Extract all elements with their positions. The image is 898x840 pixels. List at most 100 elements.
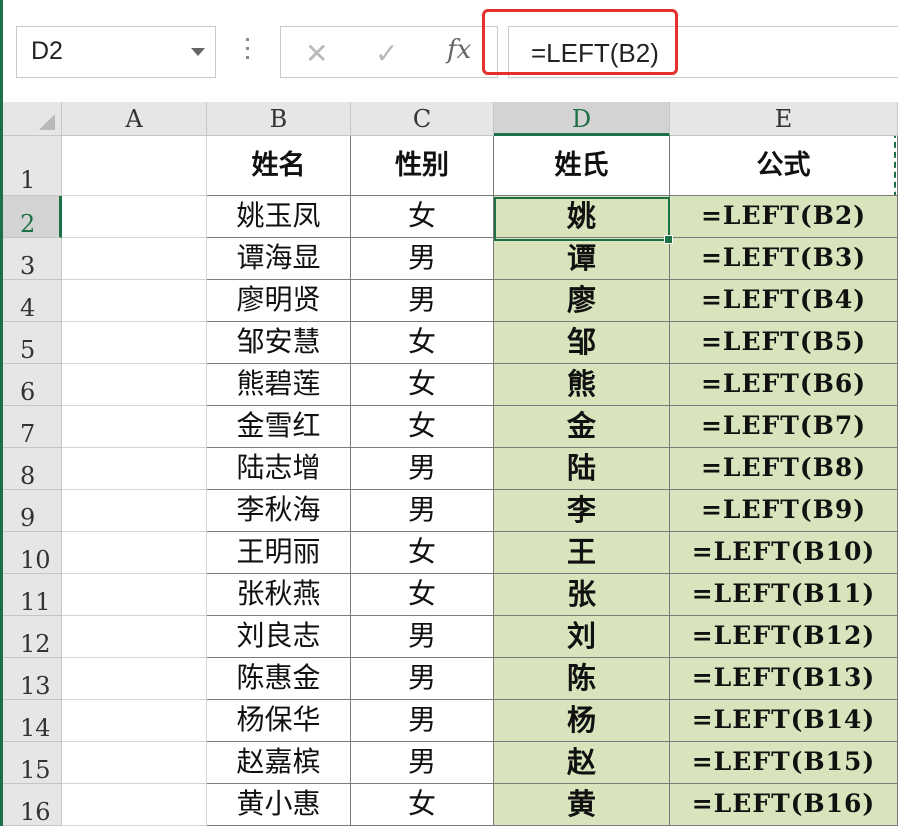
gender-cell[interactable]: 男 [351, 490, 494, 532]
header-formula[interactable]: 公式 [670, 136, 898, 196]
surname-cell[interactable]: 刘 [494, 616, 670, 658]
surname-cell[interactable]: 杨 [494, 700, 670, 742]
name-cell[interactable]: 王明丽 [207, 532, 351, 574]
cell-a1[interactable] [62, 136, 207, 196]
row-header-14[interactable]: 14 [0, 700, 62, 742]
active-cell-outline[interactable] [494, 197, 673, 244]
gender-cell[interactable]: 男 [351, 742, 494, 784]
name-cell[interactable]: 邹安慧 [207, 322, 351, 364]
gender-cell[interactable]: 女 [351, 196, 494, 238]
surname-cell[interactable]: 张 [494, 574, 670, 616]
name-cell[interactable]: 谭海显 [207, 238, 351, 280]
formula-cell[interactable]: =LEFT(B11) [670, 574, 898, 616]
name-cell[interactable]: 刘良志 [207, 616, 351, 658]
header-gender[interactable]: 性别 [351, 136, 494, 196]
formula-cell[interactable]: =LEFT(B3) [670, 238, 898, 280]
cell-a14[interactable] [62, 700, 207, 742]
name-cell[interactable]: 陈惠金 [207, 658, 351, 700]
column-header-a[interactable]: A [62, 102, 207, 136]
gender-cell[interactable]: 男 [351, 238, 494, 280]
cancel-icon[interactable]: ✕ [305, 37, 328, 70]
row-header-16[interactable]: 16 [0, 784, 62, 826]
header-surname[interactable]: 姓氏 [494, 136, 670, 196]
gender-cell[interactable]: 女 [351, 322, 494, 364]
column-header-c[interactable]: C [351, 102, 494, 136]
gender-cell[interactable]: 女 [351, 364, 494, 406]
grip-dots-icon[interactable] [246, 38, 250, 66]
gender-cell[interactable]: 男 [351, 280, 494, 322]
column-header-d[interactable]: D [494, 102, 670, 136]
formula-cell[interactable]: =LEFT(B16) [670, 784, 898, 826]
row-header-15[interactable]: 15 [0, 742, 62, 784]
name-cell[interactable]: 熊碧莲 [207, 364, 351, 406]
name-cell[interactable]: 廖明贤 [207, 280, 351, 322]
surname-cell[interactable]: 廖 [494, 280, 670, 322]
gender-cell[interactable]: 男 [351, 448, 494, 490]
gender-cell[interactable]: 男 [351, 658, 494, 700]
header-name[interactable]: 姓名 [207, 136, 351, 196]
row-header-10[interactable]: 10 [0, 532, 62, 574]
formula-cell[interactable]: =LEFT(B15) [670, 742, 898, 784]
chevron-down-icon[interactable] [191, 48, 205, 56]
cell-a11[interactable] [62, 574, 207, 616]
cell-a4[interactable] [62, 280, 207, 322]
formula-cell[interactable]: =LEFT(B6) [670, 364, 898, 406]
cell-a6[interactable] [62, 364, 207, 406]
row-header-8[interactable]: 8 [0, 448, 62, 490]
formula-cell[interactable]: =LEFT(B13) [670, 658, 898, 700]
column-header-e[interactable]: E [670, 102, 898, 136]
row-header-13[interactable]: 13 [0, 658, 62, 700]
name-cell[interactable]: 黄小惠 [207, 784, 351, 826]
row-header-12[interactable]: 12 [0, 616, 62, 658]
formula-cell[interactable]: =LEFT(B10) [670, 532, 898, 574]
cell-a15[interactable] [62, 742, 207, 784]
surname-cell[interactable]: 陈 [494, 658, 670, 700]
cell-a2[interactable] [62, 196, 207, 238]
row-header-1[interactable]: 1 [0, 136, 62, 196]
name-cell[interactable]: 陆志增 [207, 448, 351, 490]
name-cell[interactable]: 金雪红 [207, 406, 351, 448]
gender-cell[interactable]: 女 [351, 574, 494, 616]
surname-cell[interactable]: 陆 [494, 448, 670, 490]
formula-cell[interactable]: =LEFT(B9) [670, 490, 898, 532]
cell-a7[interactable] [62, 406, 207, 448]
name-cell[interactable]: 张秋燕 [207, 574, 351, 616]
insert-function-icon[interactable]: fx [447, 35, 471, 65]
gender-cell[interactable]: 女 [351, 784, 494, 826]
surname-cell[interactable]: 金 [494, 406, 670, 448]
gender-cell[interactable]: 女 [351, 406, 494, 448]
name-cell[interactable]: 杨保华 [207, 700, 351, 742]
surname-cell[interactable]: 谭 [494, 238, 670, 280]
select-all-corner[interactable] [0, 102, 62, 136]
formula-cell[interactable]: =LEFT(B5) [670, 322, 898, 364]
cell-a5[interactable] [62, 322, 207, 364]
surname-cell[interactable]: 王 [494, 532, 670, 574]
surname-cell[interactable]: 熊 [494, 364, 670, 406]
surname-cell[interactable]: 黄 [494, 784, 670, 826]
row-header-6[interactable]: 6 [0, 364, 62, 406]
surname-cell[interactable]: 赵 [494, 742, 670, 784]
formula-cell[interactable]: =LEFT(B4) [670, 280, 898, 322]
row-header-7[interactable]: 7 [0, 406, 62, 448]
gender-cell[interactable]: 男 [351, 616, 494, 658]
gender-cell[interactable]: 男 [351, 700, 494, 742]
row-header-4[interactable]: 4 [0, 280, 62, 322]
gender-cell[interactable]: 女 [351, 532, 494, 574]
cell-a3[interactable] [62, 238, 207, 280]
formula-cell[interactable]: =LEFT(B8) [670, 448, 898, 490]
row-header-9[interactable]: 9 [0, 490, 62, 532]
formula-cell[interactable]: =LEFT(B12) [670, 616, 898, 658]
cell-a8[interactable] [62, 448, 207, 490]
name-cell[interactable]: 姚玉凤 [207, 196, 351, 238]
formula-cell[interactable]: =LEFT(B2) [670, 196, 898, 238]
name-box[interactable]: D2 [16, 26, 216, 78]
cell-a9[interactable] [62, 490, 207, 532]
cell-a12[interactable] [62, 616, 207, 658]
row-header-5[interactable]: 5 [0, 322, 62, 364]
fill-handle[interactable] [664, 235, 673, 244]
column-header-b[interactable]: B [207, 102, 351, 136]
formula-cell[interactable]: =LEFT(B7) [670, 406, 898, 448]
cell-a13[interactable] [62, 658, 207, 700]
name-cell[interactable]: 赵嘉槟 [207, 742, 351, 784]
row-header-11[interactable]: 11 [0, 574, 62, 616]
